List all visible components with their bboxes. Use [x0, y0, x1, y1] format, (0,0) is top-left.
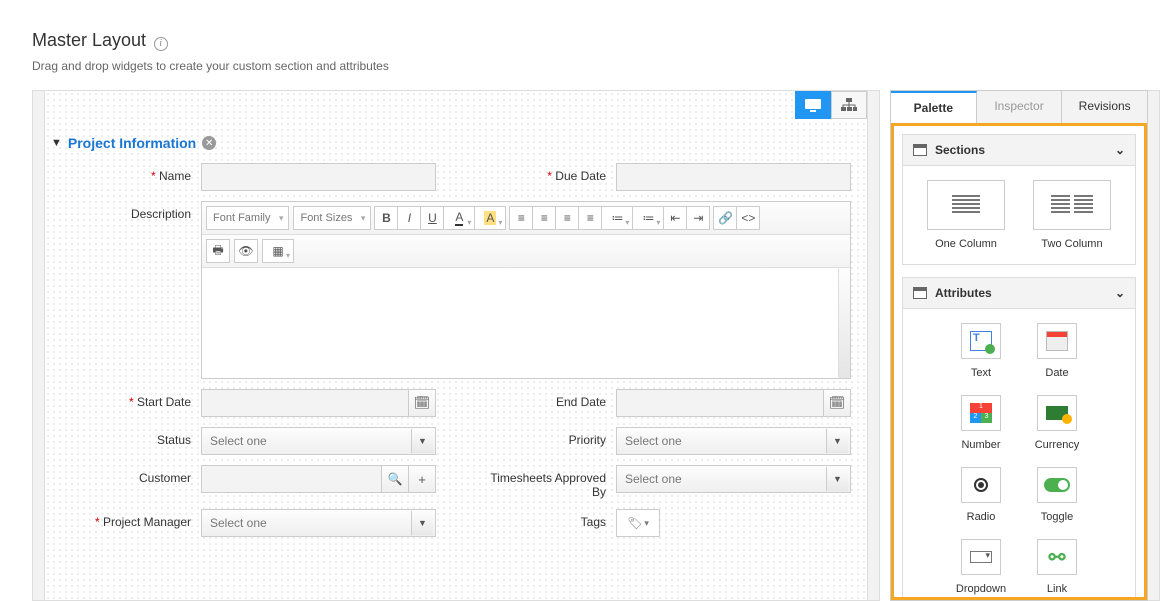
hierarchy-view-button[interactable] [831, 91, 867, 119]
start-date-input[interactable] [201, 389, 409, 417]
end-date-label: End Date [476, 389, 616, 409]
rte-number-list-button[interactable]: ≔ [632, 206, 664, 230]
rte-print-button[interactable]: 🖶 [206, 239, 230, 263]
rte-align-center-button[interactable]: ≡ [532, 206, 556, 230]
due-date-label: * Due Date [476, 163, 616, 183]
timesheets-label: Timesheets Approved By [476, 465, 616, 499]
scrollbar[interactable] [838, 268, 850, 378]
search-icon[interactable]: 🔍 [381, 465, 409, 493]
rte-code-button[interactable]: <> [736, 206, 760, 230]
rte-preview-button[interactable]: 👁 [234, 239, 258, 263]
name-label: * Name [61, 163, 201, 183]
add-button[interactable]: + [408, 465, 436, 493]
rte-italic-button[interactable]: I [397, 206, 421, 230]
two-column-widget[interactable]: Two Column [1033, 180, 1111, 250]
description-editor[interactable]: Font Family Font Sizes B I U A A [201, 201, 851, 379]
section-title[interactable]: Project Information [68, 135, 196, 151]
priority-label: Priority [476, 427, 616, 447]
section-icon [913, 144, 927, 156]
rte-align-right-button[interactable]: ≡ [555, 206, 579, 230]
desktop-view-button[interactable] [795, 91, 831, 119]
text-attribute-widget[interactable]: Text [954, 323, 1008, 379]
due-date-input[interactable] [616, 163, 851, 191]
tags-input[interactable]: 🏷 ▾ [616, 509, 660, 537]
one-column-widget[interactable]: One Column [927, 180, 1005, 250]
rte-indent-button[interactable]: ⇥ [686, 206, 710, 230]
rte-font-sizes[interactable]: Font Sizes [293, 206, 371, 230]
rte-text-color-button[interactable]: A [443, 206, 475, 230]
description-label: Description [61, 201, 201, 221]
name-input[interactable] [201, 163, 436, 191]
rte-align-left-button[interactable]: ≡ [509, 206, 533, 230]
radio-attribute-widget[interactable]: Radio [954, 467, 1008, 523]
rte-font-family[interactable]: Font Family [206, 206, 289, 230]
rte-bold-button[interactable]: B [374, 206, 398, 230]
project-manager-label: * Project Manager [61, 509, 201, 529]
tags-label: Tags [476, 509, 616, 529]
collapse-icon[interactable]: ▼ [51, 137, 62, 149]
end-date-input[interactable] [616, 389, 824, 417]
rte-bullet-list-button[interactable]: ≔ [601, 206, 633, 230]
rte-link-button[interactable]: 🔗 [713, 206, 737, 230]
calendar-icon[interactable]: 🗓 [823, 389, 851, 417]
chevron-down-icon: ⌄ [1115, 286, 1125, 300]
scrollbar[interactable] [867, 91, 879, 600]
status-label: Status [61, 427, 201, 447]
rte-table-button[interactable]: ▦ [262, 239, 294, 263]
link-attribute-widget[interactable]: ⚯ Link [1030, 539, 1084, 595]
page-title: Master Layout [32, 30, 146, 51]
date-attribute-widget[interactable]: Date [1030, 323, 1084, 379]
toggle-attribute-widget[interactable]: Toggle [1030, 467, 1084, 523]
tab-inspector[interactable]: Inspector [977, 91, 1063, 124]
currency-attribute-widget[interactable]: Currency [1030, 395, 1084, 451]
project-manager-select[interactable]: Select one▼ [201, 509, 436, 537]
rte-outdent-button[interactable]: ⇤ [663, 206, 687, 230]
scrollbar[interactable] [33, 91, 45, 600]
info-icon[interactable]: i [154, 37, 168, 51]
timesheets-select[interactable]: Select one▼ [616, 465, 851, 493]
attributes-accordion-header[interactable]: Attributes ⌄ [902, 277, 1136, 309]
calendar-icon[interactable]: 🗓 [408, 389, 436, 417]
priority-select[interactable]: Select one▼ [616, 427, 851, 455]
dropdown-attribute-widget[interactable]: Dropdown [954, 539, 1008, 595]
layout-canvas: ▼ Project Information ✕ * Name * Due Dat… [32, 90, 880, 601]
chevron-down-icon: ⌄ [1115, 143, 1125, 157]
remove-section-button[interactable]: ✕ [202, 136, 216, 150]
section-icon [913, 287, 927, 299]
scrollbar[interactable] [1148, 90, 1160, 601]
rte-bg-color-button[interactable]: A [474, 206, 506, 230]
status-select[interactable]: Select one▼ [201, 427, 436, 455]
tab-revisions[interactable]: Revisions [1062, 91, 1147, 124]
rte-underline-button[interactable]: U [420, 206, 444, 230]
rte-textarea[interactable] [202, 268, 850, 378]
sections-accordion-header[interactable]: Sections ⌄ [902, 134, 1136, 166]
palette-highlighted-area: Sections ⌄ One Column Two Column [891, 123, 1147, 600]
customer-label: Customer [61, 465, 201, 485]
page-subtitle: Drag and drop widgets to create your cus… [32, 59, 1170, 73]
customer-input[interactable] [201, 465, 382, 493]
number-attribute-widget[interactable]: 123 Number [954, 395, 1008, 451]
rte-align-justify-button[interactable]: ≡ [578, 206, 602, 230]
tab-palette[interactable]: Palette [891, 91, 977, 124]
start-date-label: * Start Date [61, 389, 201, 409]
